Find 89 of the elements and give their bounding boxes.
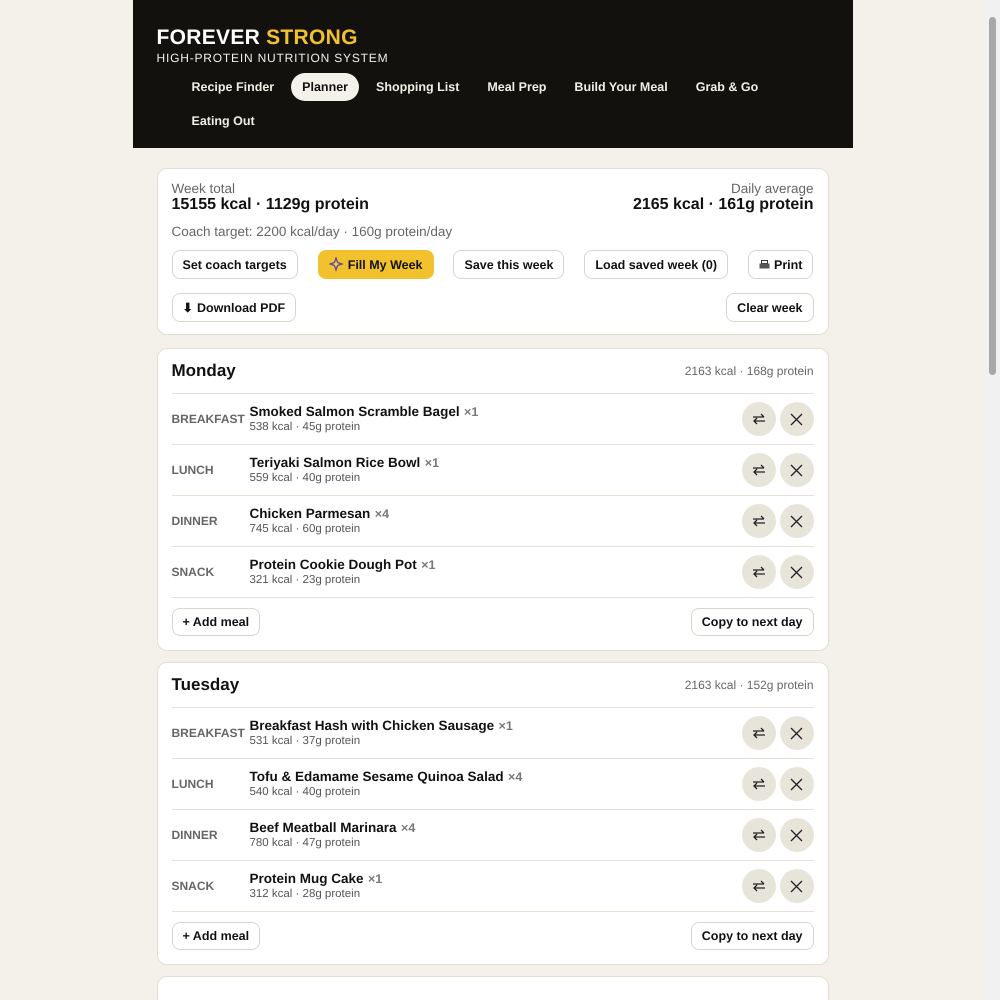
brand-title: FOREVER	[156, 26, 260, 50]
close-icon	[790, 464, 803, 476]
close-icon	[790, 880, 803, 892]
remove-button[interactable]	[780, 869, 814, 903]
swap-arrows-icon	[752, 566, 766, 578]
close-icon	[790, 412, 803, 426]
swap-button[interactable]	[742, 818, 776, 852]
brand-tagline: HIGH-PROTEIN NUTRITION SYSTEM	[156, 51, 390, 65]
close-icon	[790, 566, 803, 578]
scrollbar[interactable]	[985, 0, 1000, 1000]
meal-name: Teriyaki Salmon Rice Bowl ×1	[250, 454, 440, 472]
meal-slot-label: DINNER	[172, 514, 219, 528]
day-totals: 2163 kcal · 168g protein	[684, 364, 814, 378]
meal-slot-label: DINNER	[172, 828, 219, 842]
meal-name: Protein Cookie Dough Pot ×1	[250, 556, 436, 574]
swap-arrows-icon	[752, 880, 766, 892]
meal-name: Tofu & Edamame Sesame Quinoa Salad ×4	[250, 768, 524, 786]
meal-nutrition: 531 kcal · 37g protein	[250, 735, 362, 747]
add-meal-button[interactable]: + Add meal	[172, 608, 260, 636]
swap-arrows-icon	[752, 515, 766, 527]
remove-button[interactable]	[780, 453, 814, 487]
printer-icon	[758, 260, 770, 269]
meal-nutrition: 540 kcal · 40g protein	[250, 786, 362, 798]
swap-button[interactable]	[742, 504, 776, 538]
close-icon	[790, 514, 803, 528]
swap-button[interactable]	[742, 716, 776, 750]
fill-week-button[interactable]: Fill My Week	[318, 250, 434, 279]
action-button[interactable]: Load saved week (0)	[584, 250, 728, 279]
print-button[interactable]: Print	[748, 250, 814, 279]
swap-button[interactable]	[742, 402, 776, 436]
action-button[interactable]: Save this week	[453, 250, 564, 279]
meal-slot-label: BREAKFAST	[172, 412, 246, 426]
remove-button[interactable]	[780, 555, 814, 589]
meal-name: Breakfast Hash with Chicken Sausage ×1	[250, 717, 514, 735]
swap-arrows-icon	[752, 829, 766, 841]
day-title: Tuesday	[172, 675, 240, 695]
meal-name: Smoked Salmon Scramble Bagel ×1	[250, 403, 480, 421]
add-meal-button[interactable]: + Add meal	[172, 922, 260, 950]
nav-tab[interactable]: Shopping List	[365, 73, 470, 101]
nav-tab[interactable]: Grab & Go	[684, 73, 770, 101]
meal-slot-label: SNACK	[172, 879, 216, 893]
nav-tab[interactable]: Eating Out	[180, 107, 266, 135]
meal-name: Chicken Parmesan ×4	[250, 505, 390, 523]
copy-day-button[interactable]: Copy to next day	[690, 922, 814, 950]
meal-slot-label: SNACK	[172, 565, 216, 579]
nav-tab[interactable]: Meal Prep	[476, 73, 558, 101]
week-total-label: Week total	[172, 181, 236, 196]
brand-title-accent: STRONG	[266, 26, 358, 50]
meal-nutrition: 780 kcal · 47g protein	[250, 837, 362, 849]
action-button[interactable]: Clear week	[726, 293, 814, 322]
day-title: Monday	[172, 361, 236, 381]
meal-name: Protein Mug Cake ×1	[250, 870, 384, 888]
close-icon	[790, 778, 803, 790]
remove-button[interactable]	[780, 716, 814, 750]
sparkle-icon	[328, 257, 344, 272]
meal-nutrition: 559 kcal · 40g protein	[250, 472, 362, 484]
day-totals: 2163 kcal · 152g protein	[684, 678, 814, 692]
close-icon	[790, 828, 803, 842]
meal-slot-label: BREAKFAST	[172, 726, 246, 740]
remove-button[interactable]	[780, 504, 814, 538]
meal-nutrition: 745 kcal · 60g protein	[250, 523, 362, 535]
swap-arrows-icon	[752, 464, 766, 476]
copy-day-button[interactable]: Copy to next day	[690, 608, 814, 636]
swap-arrows-icon	[752, 727, 766, 739]
action-button[interactable]: Set coach targets	[172, 250, 298, 279]
meal-nutrition: 321 kcal · 23g protein	[250, 574, 362, 586]
remove-button[interactable]	[780, 818, 814, 852]
coach-target-text: Coach target: 2200 kcal/day · 160g protein/day	[172, 224, 454, 239]
swap-button[interactable]	[742, 767, 776, 801]
nav-tab[interactable]: Recipe Finder	[180, 73, 286, 101]
daily-average-label: Daily average	[730, 181, 814, 196]
nav-tab[interactable]: Build Your Meal	[563, 73, 679, 101]
swap-arrows-icon	[752, 413, 766, 425]
swap-button[interactable]	[742, 453, 776, 487]
swap-button[interactable]	[742, 869, 776, 903]
daily-average-value: 2165 kcal · 161g protein	[632, 196, 814, 214]
close-icon	[790, 726, 803, 740]
nav-tab[interactable]: Planner	[291, 73, 360, 101]
week-total-value: 15155 kcal · 1129g protein	[172, 196, 369, 214]
meal-slot-label: LUNCH	[172, 777, 214, 791]
swap-arrows-icon	[752, 778, 766, 790]
meal-nutrition: 312 kcal · 28g protein	[250, 888, 362, 900]
swap-button[interactable]	[742, 555, 776, 589]
meal-name: Beef Meatball Marinara ×4	[250, 819, 416, 837]
action-button[interactable]: ⬇ Download PDF	[172, 293, 296, 322]
remove-button[interactable]	[780, 767, 814, 801]
meal-slot-label: LUNCH	[172, 463, 214, 477]
meal-nutrition: 538 kcal · 45g protein	[250, 421, 362, 433]
remove-button[interactable]	[780, 402, 814, 436]
